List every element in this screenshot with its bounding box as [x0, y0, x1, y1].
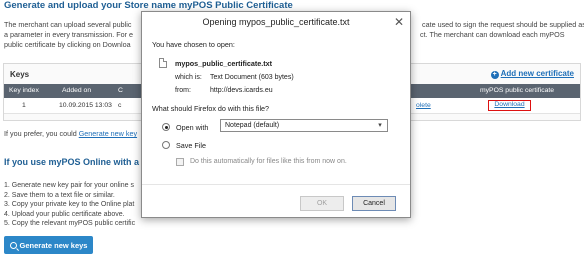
auto-action-checkbox[interactable]: [176, 158, 184, 166]
cancel-button[interactable]: Cancel: [352, 196, 396, 211]
dialog-title: Opening mypos_public_certificate.txt: [202, 17, 350, 27]
delete-link[interactable]: olete: [416, 102, 431, 109]
open-with-app-select[interactable]: Notepad (default) ▾: [220, 119, 388, 132]
list-item: 4. Upload your public certificate above.: [4, 210, 125, 218]
divider: [142, 184, 410, 185]
generate-new-key-link[interactable]: Generate new key: [79, 129, 137, 138]
open-with-app-value: Notepad (default): [225, 122, 280, 129]
open-file-dialog: Opening mypos_public_certificate.txt ✕ Y…: [141, 11, 411, 218]
col-mypos-public-certificate: myPOS public certificate: [480, 87, 555, 94]
page-heading: Generate and upload your Store name myPO…: [4, 0, 293, 11]
intro-line-2-right: ct. The merchant can download each myPOS: [420, 30, 565, 39]
save-file-radio[interactable]: [162, 141, 170, 149]
col-key-index: Key index: [9, 87, 39, 94]
chevron-down-icon: ▾: [378, 122, 382, 129]
row-added-on: 10.09.2015 13:03: [59, 102, 112, 109]
generate-new-keys-label: Generate new keys: [19, 240, 88, 250]
add-new-certificate-label: Add new certificate: [500, 69, 574, 78]
action-question: What should Firefox do with this file?: [152, 104, 270, 113]
auto-action-label: Do this automatically for files like thi…: [190, 158, 347, 165]
chosen-label: You have chosen to open:: [152, 40, 235, 49]
col-added-on: Added on: [62, 87, 92, 94]
from-value: http://devs.icards.eu: [210, 87, 273, 94]
dialog-titlebar: Opening mypos_public_certificate.txt ✕: [142, 12, 410, 34]
intro-line-1-right: cate used to sign the request should be …: [422, 20, 584, 29]
download-button[interactable]: Download: [488, 100, 531, 111]
online-heading: If you use myPOS Online with a sho: [4, 157, 158, 167]
keys-title: Keys: [10, 70, 30, 79]
list-item: 1. Generate new key pair for your online…: [4, 182, 134, 189]
prefer-text: If you prefer, you could Generate new ke…: [4, 129, 137, 138]
file-name: mypos_public_certificate.txt: [175, 59, 273, 68]
steps-list: 1. Generate new key pair for your online…: [4, 181, 135, 229]
col-partial: C: [118, 87, 123, 94]
list-item: 2. Save them to a text file or similar.: [4, 191, 115, 199]
close-icon[interactable]: ✕: [392, 15, 406, 29]
which-is-value: Text Document (603 bytes): [210, 74, 294, 81]
intro-line-3: public certificate by clicking on Downlo…: [4, 40, 131, 49]
intro-line-2: a parameter in every transmission. For e: [4, 30, 134, 39]
file-source-row: from: http://devs.icards.eu: [175, 87, 273, 94]
from-label: from:: [175, 87, 191, 94]
row-partial: c: [118, 102, 122, 109]
prefer-label: If you prefer, you could: [4, 129, 79, 138]
plus-icon: +: [490, 71, 499, 79]
save-file-label[interactable]: Save File: [176, 141, 206, 150]
list-item: 5. Copy the relevant myPOS public certif…: [4, 220, 136, 227]
add-new-certificate-link[interactable]: + Add new certificate: [490, 69, 574, 79]
text-file-icon: [159, 58, 167, 68]
file-type-row: which is: Text Document (603 bytes): [175, 74, 294, 81]
search-icon: [9, 241, 17, 249]
open-with-radio[interactable]: [162, 123, 170, 131]
intro-line-1: The merchant can upload several public: [4, 20, 132, 29]
which-is-label: which is:: [175, 74, 202, 81]
list-item: 3. Copy your private key to the Online p…: [4, 201, 135, 208]
row-key-index: 1: [22, 102, 26, 109]
download-label: Download: [494, 101, 525, 108]
open-with-label[interactable]: Open with: [176, 123, 208, 132]
generate-new-keys-button[interactable]: Generate new keys: [4, 236, 93, 254]
ok-button[interactable]: OK: [300, 196, 344, 211]
